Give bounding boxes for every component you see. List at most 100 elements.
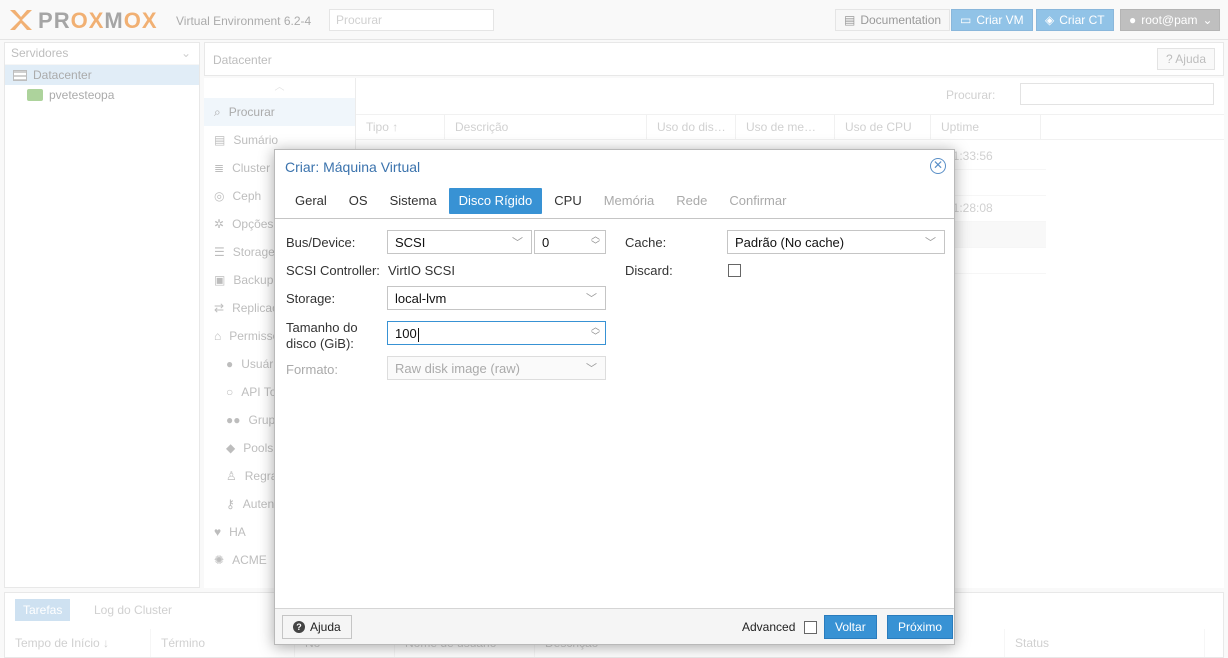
- floppy-icon: ▣: [214, 273, 226, 287]
- tab-confirm: Confirmar: [729, 193, 787, 208]
- tree-item-node[interactable]: pvetesteopa: [5, 85, 199, 105]
- tab-system[interactable]: Sistema: [380, 188, 447, 214]
- heartbeat-icon: ♥: [214, 525, 222, 539]
- grid-search-input[interactable]: [1020, 83, 1214, 105]
- back-button[interactable]: Voltar: [824, 615, 877, 639]
- create-ct-button[interactable]: ◈ Criar CT: [1036, 9, 1114, 31]
- disk-size-label-line1: Tamanho do: [286, 320, 358, 335]
- storage-value: local-lvm: [395, 291, 447, 306]
- column-header-uptime[interactable]: Uptime: [931, 115, 1041, 139]
- dialog-help-label: Ajuda: [310, 620, 341, 634]
- chevron-down-icon: ⌄: [1202, 13, 1213, 27]
- user-icon: ●: [226, 357, 234, 371]
- tree-item-datacenter[interactable]: Datacenter: [5, 65, 199, 85]
- global-search-input[interactable]: Procurar: [329, 9, 494, 31]
- menu-item-label: Backup: [233, 273, 274, 287]
- dialog-help-button[interactable]: ? Ajuda: [282, 615, 352, 639]
- book-icon: ▤: [214, 133, 226, 147]
- format-select: Raw disk image (raw) ﹀: [387, 356, 606, 380]
- tab-tasks[interactable]: Tarefas: [15, 599, 71, 621]
- cache-value: Padrão (No cache): [735, 235, 845, 250]
- cache-label: Cache:: [625, 235, 667, 250]
- user-menu-button[interactable]: ● root@pam ⌄: [1120, 9, 1220, 31]
- menu-item-label: Storage: [232, 245, 275, 259]
- storage-select[interactable]: local-lvm ﹀: [387, 286, 606, 310]
- tree-header-label: Servidores: [11, 46, 69, 60]
- grid-search-label: Procurar:: [946, 88, 996, 102]
- next-button[interactable]: Próximo: [887, 615, 954, 639]
- tab-network: Rede: [676, 193, 708, 208]
- device-index-stepper[interactable]: 0 ︿ ﹀: [534, 230, 606, 254]
- node-icon: [27, 89, 43, 101]
- column-header-disk-usage[interactable]: Uso do dis…: [647, 115, 736, 139]
- tree-item-label: Datacenter: [33, 68, 92, 82]
- menu-item-label: Cluster: [232, 161, 271, 175]
- spinner-icon[interactable]: ︿ ﹀: [591, 232, 600, 250]
- content-title: Datacenter: [213, 53, 272, 67]
- menu-item-label: Opções: [232, 217, 274, 231]
- spinner-icon[interactable]: ︿ ﹀: [591, 323, 600, 341]
- menu-item-label: Procurar: [228, 105, 275, 119]
- chevron-down-icon: ﹀: [586, 363, 597, 375]
- storage-label: Storage:: [286, 291, 336, 306]
- grid-cell-uptime: [941, 170, 1046, 196]
- chevron-down-icon: ﹀: [925, 237, 936, 249]
- tab-cluster-log[interactable]: Log do Cluster: [86, 599, 180, 621]
- menu-item-label: Pools: [243, 441, 274, 455]
- top-bar: PROXMOX Virtual Environment 6.2-4 Procur…: [0, 0, 1228, 40]
- column-header-description[interactable]: Descrição: [445, 115, 647, 139]
- menu-item-label: HA: [229, 525, 246, 539]
- tab-os[interactable]: OS: [339, 188, 378, 214]
- user-icon: ●: [1129, 13, 1137, 27]
- grid-cell-uptime: [941, 222, 1046, 248]
- help-button[interactable]: ? Ajuda: [1156, 48, 1215, 70]
- user-outline-icon: ○: [226, 385, 234, 399]
- tree-view-selector[interactable]: Servidores ⌄: [5, 43, 199, 65]
- cache-select[interactable]: Padrão (No cache) ﹀: [727, 230, 945, 254]
- users-icon: ●●: [226, 413, 241, 427]
- menu-item-label: Ceph: [232, 189, 262, 203]
- discard-label: Discard:: [625, 263, 673, 278]
- create-vm-dialog: Criar: Máquina Virtual ✕ Geral OS Sistem…: [274, 149, 955, 645]
- bus-select[interactable]: SCSI ﹀: [387, 230, 532, 254]
- close-icon[interactable]: ✕: [930, 158, 946, 174]
- grid-cell-uptime: [941, 248, 1046, 274]
- proxmox-logo-icon: [10, 10, 32, 30]
- documentation-button[interactable]: ▤ Documentation: [835, 9, 951, 31]
- scsi-controller-value: VirtIO SCSI: [388, 263, 455, 278]
- version-text: Virtual Environment 6.2-4: [176, 14, 312, 28]
- gear-icon: ✲: [214, 217, 225, 231]
- dialog-title: Criar: Máquina Virtual: [285, 159, 421, 175]
- resource-tree: Servidores ⌄ Datacenter pvetesteopa: [4, 42, 200, 588]
- bus-value: SCSI: [395, 235, 426, 250]
- chevron-down-icon: ﹀: [586, 293, 597, 305]
- scroll-up-icon[interactable]: ︿: [204, 78, 355, 98]
- chevron-down-icon: ﹀: [512, 237, 523, 249]
- tab-cpu[interactable]: CPU: [544, 188, 591, 214]
- grid-cell-uptime: 01:28:08: [941, 196, 1046, 222]
- column-header-start-time[interactable]: Tempo de Início ↓: [5, 629, 151, 657]
- grid-cell-uptime: 01:33:56: [941, 144, 1046, 170]
- create-vm-button[interactable]: ▭ Criar VM: [951, 9, 1033, 31]
- tab-divider: [275, 218, 954, 219]
- grid-header: Tipo ↑ Descrição Uso do dis… Uso de me… …: [356, 114, 1224, 140]
- tags-icon: ◆: [226, 441, 236, 455]
- column-header-memory-usage[interactable]: Uso de me…: [736, 115, 835, 139]
- menu-item-search[interactable]: ⌕ Procurar: [204, 98, 355, 126]
- disk-size-label: Tamanho do disco (GiB):: [286, 320, 358, 352]
- datacenter-icon: [13, 69, 27, 81]
- male-icon: ♙: [226, 469, 237, 483]
- tab-hard-disk[interactable]: Disco Rígido: [448, 188, 543, 214]
- dialog-footer: ? Ajuda Advanced Voltar Próximo: [275, 608, 954, 644]
- discard-checkbox[interactable]: [728, 264, 741, 277]
- column-header-status[interactable]: Status: [1005, 629, 1205, 657]
- disk-size-input[interactable]: 100 ︿ ﹀: [387, 321, 606, 345]
- cube-icon: ◈: [1045, 13, 1055, 27]
- column-header-type[interactable]: Tipo ↑: [356, 115, 445, 139]
- logo-text: PROXMOX: [38, 8, 158, 33]
- column-header-cpu-usage[interactable]: Uso de CPU: [835, 115, 931, 139]
- search-icon: ⌕: [214, 104, 221, 119]
- tab-general[interactable]: Geral: [285, 188, 337, 214]
- advanced-checkbox[interactable]: [804, 621, 817, 634]
- help-label: Ajuda: [1175, 52, 1206, 66]
